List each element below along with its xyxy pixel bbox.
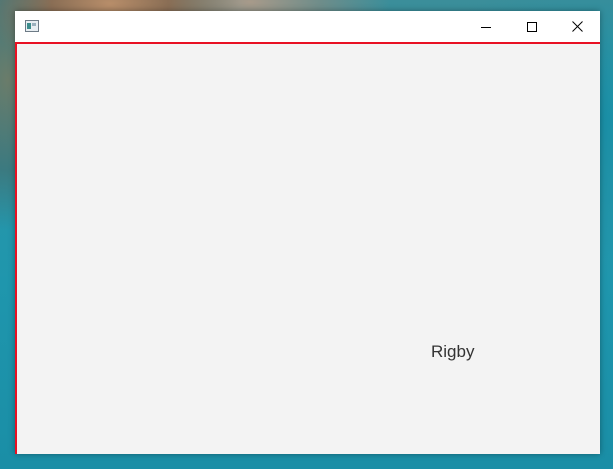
maximize-icon — [527, 21, 537, 32]
minimize-icon — [481, 22, 491, 32]
app-window: Rigby — [15, 11, 600, 454]
close-icon — [571, 21, 583, 32]
client-area: Rigby — [15, 42, 600, 454]
minimize-button[interactable] — [463, 11, 509, 42]
maximize-button[interactable] — [509, 11, 555, 42]
rigby-label: Rigby — [431, 342, 475, 361]
title-bar[interactable] — [15, 11, 600, 42]
close-button[interactable] — [554, 11, 600, 42]
window-app-icon[interactable] — [25, 20, 39, 32]
